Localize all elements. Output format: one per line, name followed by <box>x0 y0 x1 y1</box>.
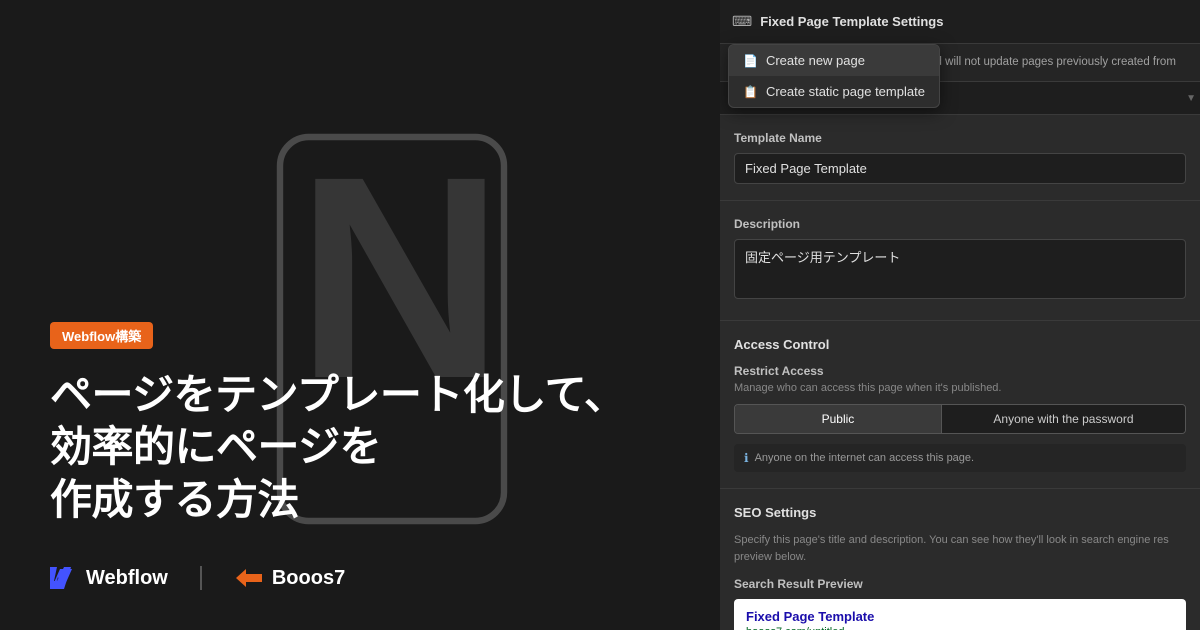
description-textarea[interactable] <box>734 239 1186 299</box>
create-new-page-label: Create new page <box>766 53 865 68</box>
create-static-template-label: Create static page template <box>766 84 925 99</box>
restrict-access-desc: Manage who can access this page when it'… <box>734 382 1186 394</box>
booos7-label: Booos7 <box>272 567 345 590</box>
page-icon: 📄 <box>743 54 758 68</box>
template-name-input[interactable] <box>734 153 1186 184</box>
dropdown-item-static-template[interactable]: 📋 Create static page template <box>729 76 939 107</box>
collapse-arrow[interactable]: ▼ <box>1186 93 1196 104</box>
seo-desc: Specify this page's title and descriptio… <box>734 532 1186 565</box>
access-info-text: Anyone on the internet can access this p… <box>755 452 975 464</box>
seo-preview-box: Fixed Page Template booos7.com/untitled … <box>734 599 1186 630</box>
template-icon: 📋 <box>743 85 758 99</box>
seo-title: SEO Settings <box>734 505 1186 520</box>
restrict-access-label: Restrict Access <box>734 364 1186 378</box>
category-badge: Webflow構築 <box>50 322 153 349</box>
template-name-label: Template Name <box>734 131 1186 145</box>
webflow-icon <box>50 567 78 589</box>
webflow-label: Webflow <box>86 567 168 590</box>
booos7-logo: Booos7 <box>234 567 345 590</box>
seo-section: SEO Settings Specify this page's title a… <box>720 489 1200 630</box>
access-control-title: Access Control <box>734 337 1186 352</box>
seo-preview-title: Fixed Page Template <box>746 609 1174 624</box>
seo-preview-url: booos7.com/untitled <box>746 626 1174 630</box>
logo-divider <box>200 566 202 590</box>
panel-content[interactable]: ℹ Changes only apply to new pages and wi… <box>720 44 1200 630</box>
left-panel: N Webflow構築 ページをテンプレート化して、 効率的にページを 作成する… <box>0 0 720 630</box>
right-panel: ⌨ Fixed Page Template Settings 📄 Create … <box>720 0 1200 630</box>
top-bar: ⌨ Fixed Page Template Settings <box>720 0 1200 44</box>
access-buttons-group: Public Anyone with the password <box>734 404 1186 434</box>
access-info-icon: ℹ <box>744 451 749 465</box>
password-button[interactable]: Anyone with the password <box>941 405 1185 433</box>
booos7-icon <box>234 567 264 589</box>
description-section: Description <box>720 201 1200 321</box>
logos-row: Webflow Booos7 <box>50 566 670 590</box>
template-name-section: Template Name <box>720 115 1200 201</box>
dropdown-menu: 📄 Create new page 📋 Create static page t… <box>728 44 940 108</box>
search-result-label: Search Result Preview <box>734 577 1186 591</box>
description-label: Description <box>734 217 1186 231</box>
public-button[interactable]: Public <box>735 405 941 433</box>
main-heading: ページをテンプレート化して、 効率的にページを 作成する方法 <box>50 369 670 527</box>
dropdown-item-create-page[interactable]: 📄 Create new page <box>729 45 939 76</box>
access-control-section: Access Control Restrict Access Manage wh… <box>720 321 1200 489</box>
panel-title: Fixed Page Template Settings <box>760 14 1188 29</box>
access-info-box: ℹ Anyone on the internet can access this… <box>734 444 1186 472</box>
webflow-logo: Webflow <box>50 567 168 590</box>
cursor-icon: ⌨ <box>732 13 752 30</box>
